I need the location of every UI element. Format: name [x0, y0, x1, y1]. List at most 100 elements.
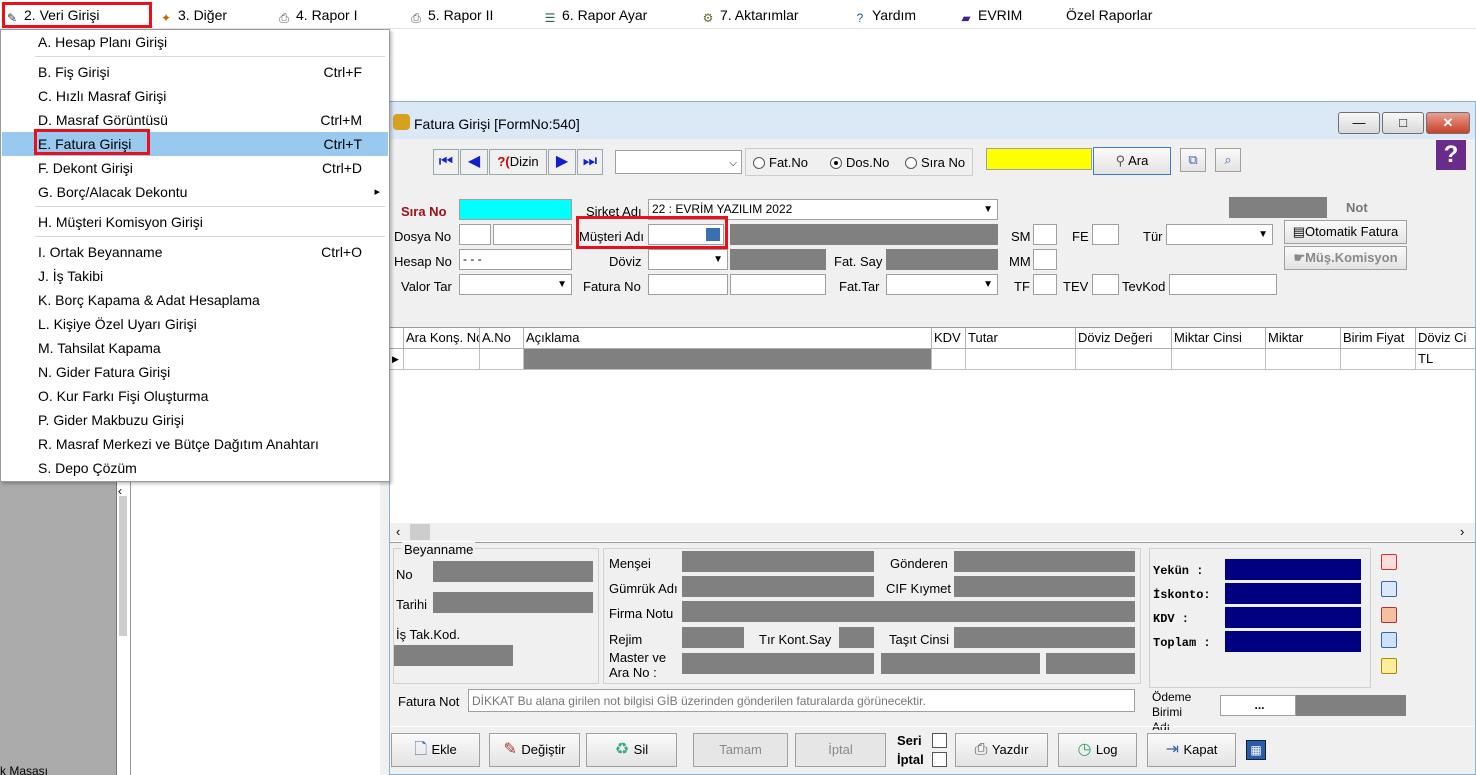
add-document-icon[interactable]: [1381, 554, 1397, 570]
radio-fat-no[interactable]: Fat.No: [753, 155, 808, 170]
tevkod-field[interactable]: [1169, 274, 1277, 295]
grid-cell-doviz[interactable]: TL: [1416, 349, 1475, 370]
menu-item-uyari-girisi[interactable]: L. Kişiye Özel Uyarı Girişi: [2, 312, 388, 336]
ara-no-field[interactable]: [881, 653, 1040, 674]
dosya-no-field[interactable]: [493, 224, 572, 245]
calculator-icon[interactable]: ▦: [1246, 740, 1266, 760]
menu-item-fis-girisi[interactable]: B. Fiş Girişi Ctrl+F: [2, 60, 388, 84]
col-header[interactable]: Döviz Değeri: [1076, 328, 1172, 349]
menu-aktarimlar[interactable]: ⚙ 7. Aktarımlar: [700, 4, 799, 26]
log-button[interactable]: ◷ Log: [1058, 733, 1137, 767]
cif-kiymet-field[interactable]: [954, 576, 1135, 597]
rejim-field[interactable]: [682, 627, 744, 648]
menu-item-gider-makbuzu[interactable]: P. Gider Makbuzu Girişi: [2, 408, 388, 432]
otomatik-fatura-button[interactable]: ▤Otomatik Fatura: [1284, 220, 1407, 244]
tasit-cinsi-field[interactable]: [954, 627, 1135, 648]
fatura-no-field[interactable]: [730, 274, 826, 295]
scroll-thumb[interactable]: [410, 524, 430, 540]
fatura-lines-grid[interactable]: Ara Konş. No A.No Açıklama KDV Tutar Döv…: [390, 327, 1475, 543]
scroll-left-icon[interactable]: ‹: [396, 524, 400, 539]
sil-button[interactable]: ♻ Sil: [586, 733, 677, 767]
col-header[interactable]: KDV: [932, 328, 966, 349]
master-no-field[interactable]: [682, 653, 874, 674]
grid-cell[interactable]: [1341, 349, 1416, 370]
grid-cell[interactable]: [1266, 349, 1341, 370]
degistir-button[interactable]: ✎ Değiştir: [489, 733, 580, 767]
firma-notu-field[interactable]: [682, 601, 1135, 622]
seri-checkbox[interactable]: [932, 733, 947, 748]
menu-item-hesap-plani[interactable]: A. Hesap Planı Girişi: [2, 30, 388, 54]
menu-item-fatura-girisi[interactable]: E. Fatura Girişi Ctrl+T: [2, 132, 388, 156]
minimize-button[interactable]: —: [1338, 112, 1380, 134]
sirket-adi-select[interactable]: 22 : EVRİM YAZILIM 2022 ▼: [648, 199, 998, 220]
radio-dos-no[interactable]: Dos.No: [830, 155, 889, 170]
tamam-button[interactable]: Tamam: [693, 733, 788, 767]
col-header[interactable]: Açıklama: [524, 328, 932, 349]
select-icon[interactable]: [1381, 581, 1397, 597]
list-icon[interactable]: [1381, 658, 1397, 674]
fat-tar-select[interactable]: ▼: [886, 274, 998, 295]
grid-cell-aciklama[interactable]: [524, 349, 932, 370]
gonderen-field[interactable]: [954, 551, 1135, 572]
menu-rapor-1[interactable]: ⎙ 4. Rapor I: [276, 4, 357, 26]
col-header[interactable]: Birim Fiyat: [1341, 328, 1416, 349]
grid-cell[interactable]: [404, 349, 480, 370]
scroll-right-icon[interactable]: ›: [1460, 524, 1464, 539]
fe-field[interactable]: [1092, 224, 1119, 245]
left-scrollbar[interactable]: ‹: [116, 480, 130, 775]
menu-item-dekont-girisi[interactable]: F. Dekont Girişi Ctrl+D: [2, 156, 388, 180]
mensei-field[interactable]: [682, 551, 874, 572]
tf-field[interactable]: [1033, 274, 1057, 295]
lookup-icon[interactable]: [706, 228, 720, 241]
first-record-button[interactable]: ⏮: [433, 149, 459, 175]
grid-cell[interactable]: [480, 349, 524, 370]
search-input[interactable]: [986, 148, 1092, 170]
yazdir-button[interactable]: ⎙ Yazdır: [955, 733, 1048, 767]
ara-no-extra-field[interactable]: [1046, 653, 1135, 674]
col-header[interactable]: Döviz Ci: [1416, 328, 1475, 349]
beyanname-tarihi-field[interactable]: [433, 592, 593, 613]
sm-field[interactable]: [1033, 224, 1057, 245]
is-tak-kod-field[interactable]: [394, 645, 513, 666]
tev-field[interactable]: [1092, 274, 1119, 295]
kapat-button[interactable]: ⇥ Kapat: [1147, 733, 1236, 767]
mm-field[interactable]: [1033, 249, 1057, 270]
menu-rapor-ayar[interactable]: ☰ 6. Rapor Ayar: [542, 4, 648, 26]
menu-item-kur-farki[interactable]: O. Kur Farkı Fişi Oluşturma: [2, 384, 388, 408]
ekle-button[interactable]: 🗋 Ekle: [391, 733, 480, 767]
search-type-select[interactable]: ⌵: [615, 150, 742, 174]
copy-button[interactable]: ⧉: [1180, 148, 1206, 172]
menu-item-depo-cozum[interactable]: S. Depo Çözüm: [2, 456, 388, 480]
col-header[interactable]: Ara Konş. No: [404, 328, 480, 349]
menu-item-masraf-goruntusu[interactable]: D. Masraf Görüntüsü Ctrl+M: [2, 108, 388, 132]
menu-item-is-takibi[interactable]: J. İş Takibi: [2, 264, 388, 288]
next-record-button[interactable]: ▶: [548, 149, 576, 175]
iptal-button[interactable]: İptal: [795, 733, 886, 767]
grid-cell[interactable]: [932, 349, 966, 370]
fatura-not-input[interactable]: [468, 689, 1135, 712]
tir-kont-say-field[interactable]: [839, 627, 874, 648]
iptal-checkbox[interactable]: [932, 752, 947, 767]
notes-icon[interactable]: [1381, 632, 1397, 648]
col-header[interactable]: Miktar: [1266, 328, 1341, 349]
col-header[interactable]: A.No: [480, 328, 524, 349]
menu-veri-girisi[interactable]: ✎ 2. Veri Girişi: [4, 4, 100, 26]
menu-yardim[interactable]: ? Yardım: [852, 4, 916, 26]
menu-diger[interactable]: ✦ 3. Diğer: [158, 4, 227, 26]
fatura-no-prefix-field[interactable]: [648, 274, 728, 295]
menu-item-ortak-beyanname[interactable]: I. Ortak Beyanname Ctrl+O: [2, 240, 388, 264]
maximize-button[interactable]: □: [1382, 112, 1424, 134]
dizin-button[interactable]: ?(Dizin: [489, 149, 547, 175]
menu-item-borc-alacak[interactable]: G. Borç/Alacak Dekontu ▸: [2, 180, 388, 204]
grid-cell[interactable]: [966, 349, 1076, 370]
radio-sira-no[interactable]: Sıra No: [905, 155, 965, 170]
col-header[interactable]: Tutar: [966, 328, 1076, 349]
menu-item-tahsilat-kapama[interactable]: M. Tahsilat Kapama: [2, 336, 388, 360]
ara-button[interactable]: ⚲ Ara: [1093, 147, 1171, 175]
printer-icon[interactable]: [1381, 607, 1397, 623]
menu-item-masraf-merkezi[interactable]: R. Masraf Merkezi ve Bütçe Dağıtım Anaht…: [2, 432, 388, 456]
beyanname-no-field[interactable]: [433, 561, 593, 582]
dosya-no-prefix-field[interactable]: [459, 224, 491, 245]
doviz-select[interactable]: ▼: [648, 249, 728, 270]
menu-item-musteri-komisyon[interactable]: H. Müşteri Komisyon Girişi: [2, 210, 388, 234]
